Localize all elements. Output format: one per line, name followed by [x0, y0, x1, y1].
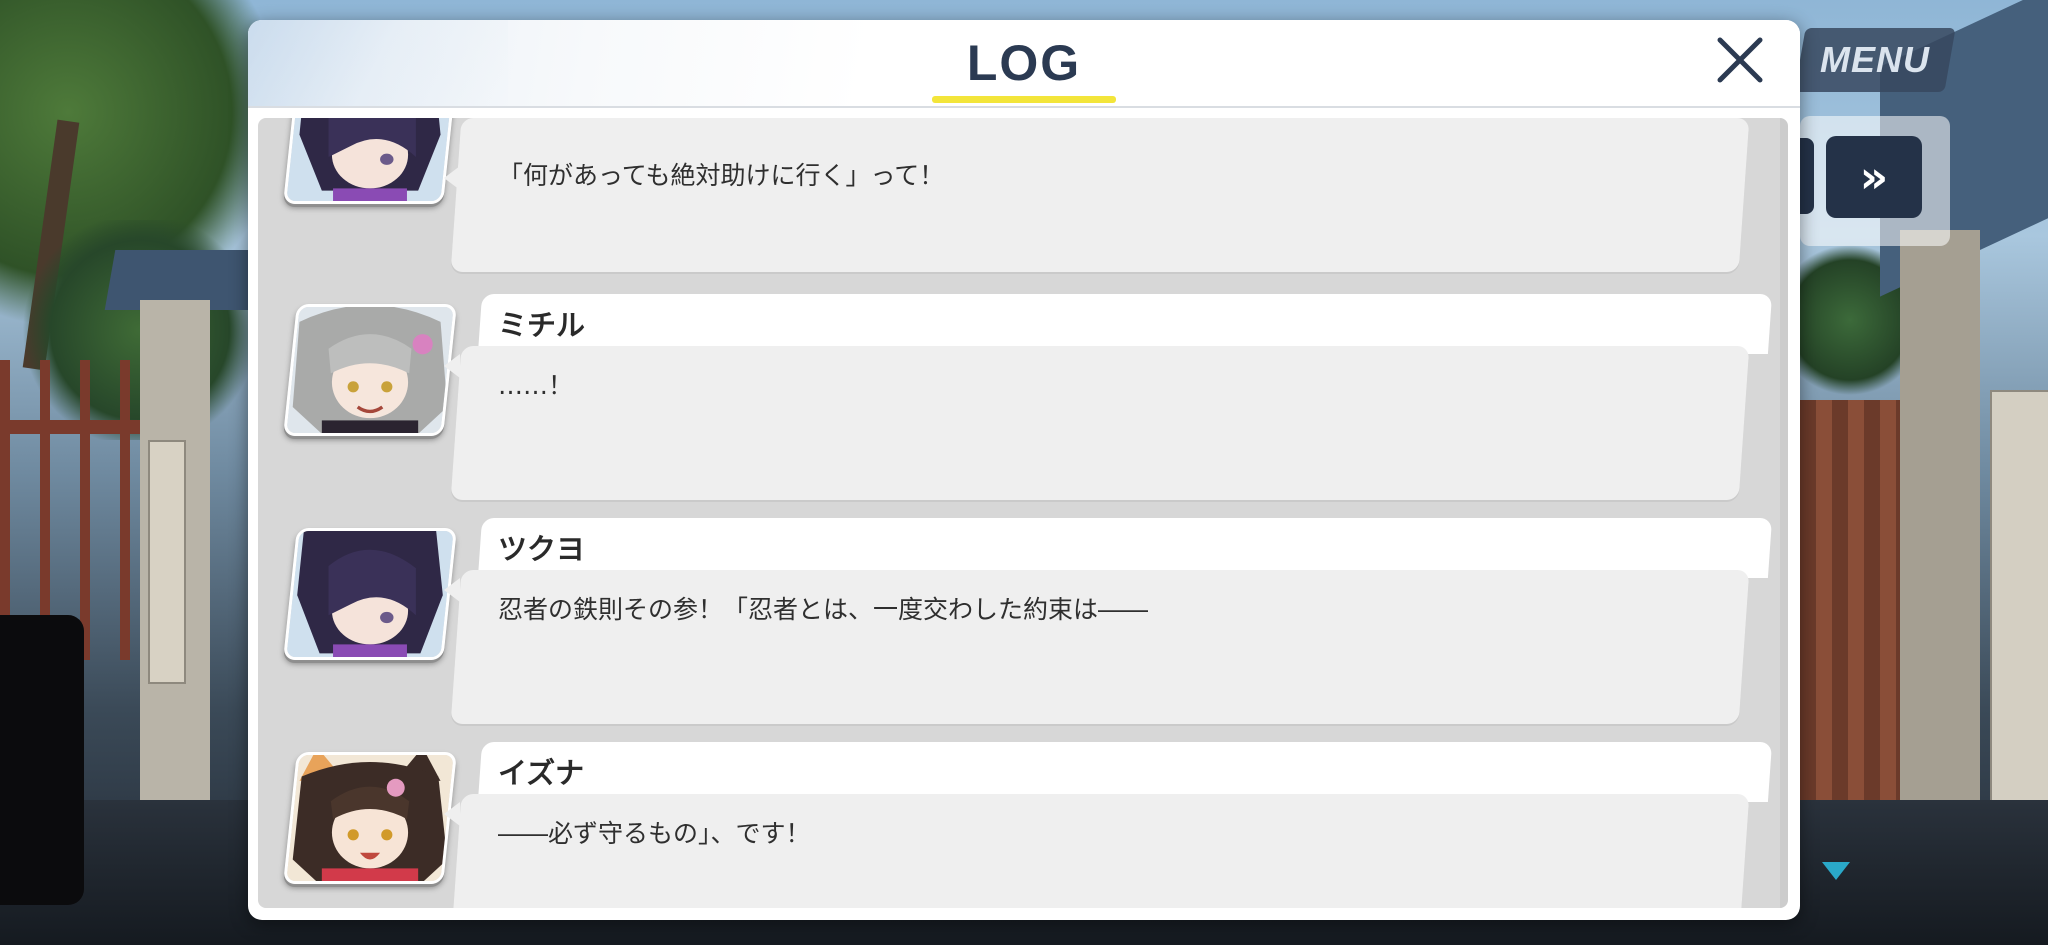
izuna-portrait-icon	[283, 752, 457, 884]
dialogue-bubble	[450, 346, 1750, 500]
menu-button-label: MENU	[1820, 39, 1930, 80]
character-portrait	[283, 528, 457, 660]
michiru-portrait-icon	[283, 304, 457, 436]
speaker-name: ツクヨ	[498, 532, 586, 566]
fast-forward-icon: »	[1859, 151, 1889, 203]
tsukuyo-portrait-icon	[283, 528, 457, 660]
log-title: LOG	[966, 35, 1082, 91]
red-fence-rail	[0, 420, 140, 434]
log-header: LOG	[248, 20, 1800, 108]
log-entry: ツクヨ 忍者の鉄則その参！「忍者とは、一度交わした約束は――	[258, 518, 1788, 728]
bubble-tail	[444, 802, 460, 826]
name-plate	[477, 294, 1773, 354]
speaker-name: ミチル	[498, 308, 586, 342]
skip-button[interactable]: »	[1826, 136, 1922, 218]
name-plate	[477, 518, 1773, 578]
log-dialog: LOG 「何があっても絶対助けに行く」って！ ミチル ……！ ツクヨ 忍者の鉄則…	[248, 20, 1800, 920]
dialogue-bubble	[450, 794, 1750, 908]
dialogue-bubble	[450, 118, 1750, 272]
log-entry: ミチル ……！	[258, 294, 1788, 504]
bubble-tail	[444, 166, 460, 190]
character-portrait	[283, 752, 457, 884]
log-entry: イズナ ――必ず守るもの」、です！	[258, 742, 1788, 908]
speaker-name: イズナ	[498, 756, 585, 790]
title-underline	[932, 96, 1116, 103]
gate-sign-left	[148, 440, 186, 684]
dialogue-text: ――必ず守るもの」、です！	[498, 819, 811, 848]
close-button[interactable]	[1710, 30, 1770, 90]
character-portrait	[283, 118, 457, 204]
close-icon	[1717, 37, 1763, 83]
dialogue-text: ……！	[498, 371, 574, 400]
dialogue-text: 「何があっても絶対助けに行く」って！	[498, 161, 945, 190]
bubble-tail	[444, 578, 460, 602]
side-panel	[0, 615, 84, 905]
log-list[interactable]: 「何があっても絶対助けに行く」って！ ミチル ……！ ツクヨ 忍者の鉄則その参！…	[258, 118, 1788, 908]
next-indicator-icon	[1822, 862, 1850, 880]
dialogue-text: 忍者の鉄則その参！「忍者とは、一度交わした約束は――	[498, 595, 1149, 624]
menu-button[interactable]: MENU	[1794, 28, 1956, 92]
log-entry: 「何があっても絶対助けに行く」って！	[258, 118, 1788, 276]
name-plate	[477, 742, 1773, 802]
bubble-tail	[444, 354, 460, 378]
character-portrait	[283, 304, 457, 436]
scrollbar-track[interactable]	[1780, 118, 1788, 908]
tsukuyo-portrait-icon	[283, 118, 457, 204]
